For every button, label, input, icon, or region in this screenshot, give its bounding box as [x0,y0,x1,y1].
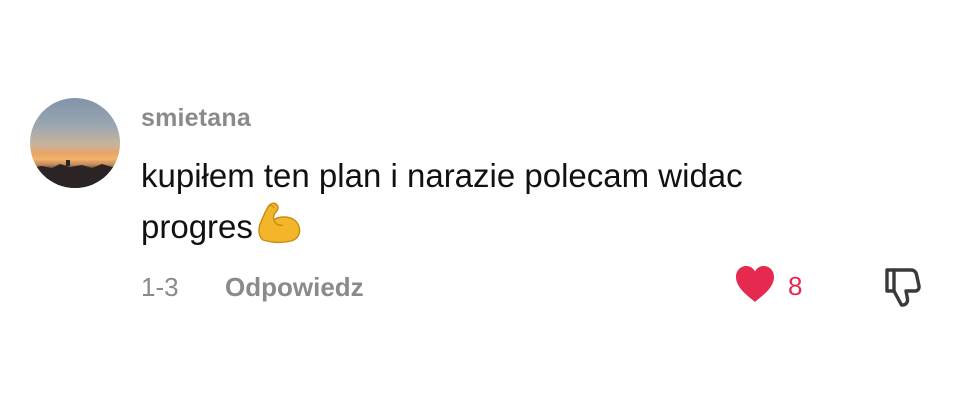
comment-text: kupiłem ten plan i narazie polecam widac… [141,152,881,251]
heart-icon [734,265,776,308]
avatar[interactable] [30,98,120,188]
comment-text-line-2: progres [141,208,253,245]
comment-username[interactable]: smietana [141,104,251,133]
like-count: 8 [788,270,803,301]
thumbs-down-icon [880,268,926,314]
comment-text-line-1: kupiłem ten plan i narazie polecam widac [141,157,743,194]
comment-date: 1-3 [141,272,179,302]
flexed-biceps-icon [255,200,303,244]
like-button[interactable]: 8 [734,264,802,308]
dislike-button[interactable] [880,264,926,310]
comment-item: smietana kupiłem ten plan i narazie pole… [0,0,962,410]
reply-button[interactable]: Odpowiedz [225,270,364,304]
